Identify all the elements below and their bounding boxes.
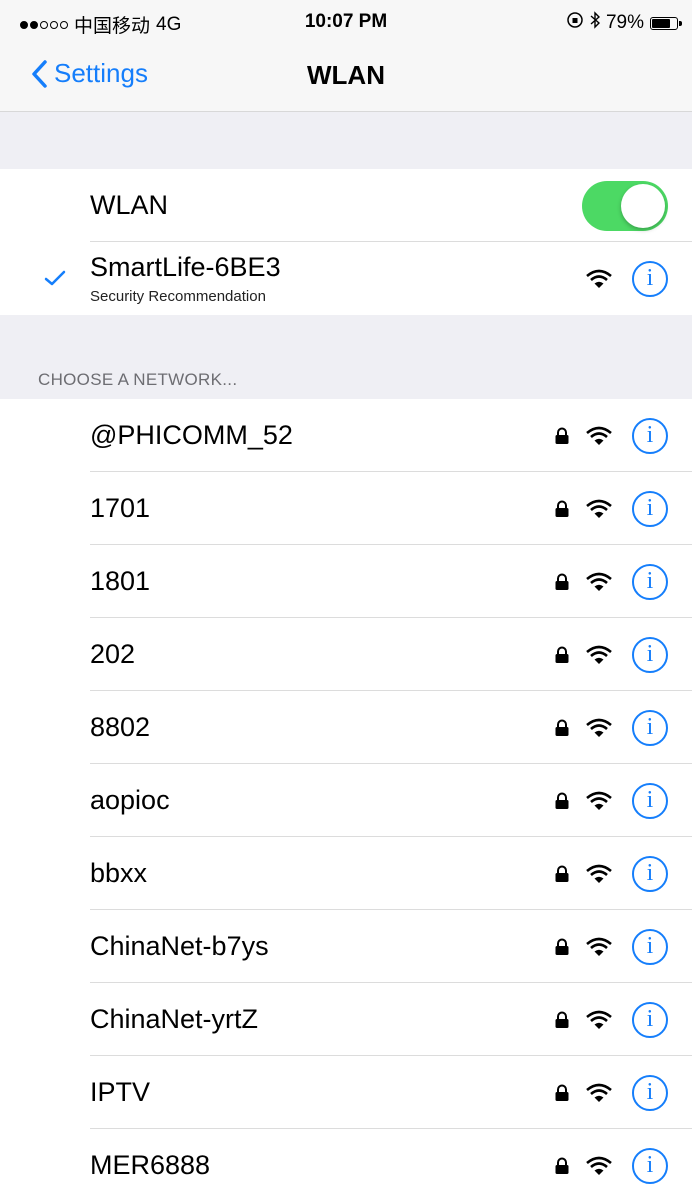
network-name: MER6888: [90, 1150, 211, 1180]
lock-icon: [555, 938, 569, 955]
network-name: 202: [90, 639, 136, 669]
network-icons: i: [554, 1074, 668, 1111]
network-name: ChinaNet-yrtZ: [90, 1004, 259, 1034]
rotation-lock-icon: [566, 11, 584, 35]
battery-percent: 79%: [605, 12, 644, 33]
network-row[interactable]: 1701 i: [0, 472, 692, 545]
network-icons: i: [554, 782, 668, 819]
status-right: 79%: [566, 11, 682, 35]
network-name: 8802: [90, 712, 151, 742]
network-icons: i: [554, 490, 668, 527]
wlan-label: WLAN: [90, 190, 169, 220]
info-icon[interactable]: i: [632, 1074, 668, 1111]
network-name: @PHICOMM_52: [90, 420, 293, 450]
lock-icon: [555, 427, 569, 444]
battery-icon: [650, 16, 682, 30]
info-icon[interactable]: i: [632, 782, 668, 819]
connected-network-name: SmartLife-6BE3: [90, 252, 281, 282]
network-icons: i: [554, 563, 668, 600]
network-name: 1701: [90, 493, 151, 523]
lock-icon: [555, 646, 569, 663]
wifi-icon: [586, 1083, 612, 1102]
bluetooth-icon: [590, 11, 600, 35]
wifi-icon: [586, 426, 612, 445]
wifi-icon: [586, 791, 612, 810]
network-icons: i: [554, 709, 668, 746]
network-list: @PHICOMM_52 i 1701 i 1801 i 202 i 8802 i aopioc i bb…: [0, 399, 692, 1202]
network-row[interactable]: ChinaNet-b7ys i: [0, 910, 692, 983]
info-icon[interactable]: i: [632, 1147, 668, 1184]
info-icon[interactable]: i: [632, 636, 668, 673]
wifi-icon: [586, 499, 612, 518]
wlan-toggle[interactable]: [582, 181, 668, 231]
checkmark-icon: [44, 270, 66, 286]
connected-network-subtitle: Security Recommendation: [90, 288, 266, 305]
wifi-icon: [586, 645, 612, 664]
info-icon[interactable]: i: [632, 260, 668, 297]
network-row[interactable]: aopioc i: [0, 764, 692, 837]
network-name: aopioc: [90, 785, 170, 815]
network-name: ChinaNet-b7ys: [90, 931, 269, 961]
network-icons: i: [554, 636, 668, 673]
info-icon[interactable]: i: [632, 855, 668, 892]
wifi-icon: [586, 572, 612, 591]
wifi-icon: [586, 1156, 612, 1175]
network-name: 1801: [90, 566, 151, 596]
network-row[interactable]: 8802 i: [0, 691, 692, 764]
section-header: CHOOSE A NETWORK...: [38, 370, 238, 389]
network-icons: i: [554, 1147, 668, 1184]
connected-network-icons: i: [586, 260, 668, 297]
navigation-bar: Settings WLAN: [0, 40, 692, 112]
status-bar: 中国移动 4G 10:07 PM 79%: [0, 0, 692, 40]
lock-icon: [555, 865, 569, 882]
network-row[interactable]: MER6888 i: [0, 1129, 692, 1202]
lock-icon: [555, 792, 569, 809]
lock-icon: [555, 719, 569, 736]
lock-icon: [555, 1084, 569, 1101]
network-row[interactable]: ChinaNet-yrtZ i: [0, 983, 692, 1056]
wifi-icon: [586, 269, 612, 288]
network-icons: i: [554, 928, 668, 965]
wifi-icon: [586, 718, 612, 737]
wlan-group: WLAN SmartLife-6BE3 Security Recommendat…: [0, 169, 692, 315]
connected-network-row[interactable]: SmartLife-6BE3 Security Recommendation i: [0, 242, 692, 315]
network-row[interactable]: 202 i: [0, 618, 692, 691]
page-title: WLAN: [307, 60, 385, 90]
info-icon[interactable]: i: [632, 417, 668, 454]
lock-icon: [555, 573, 569, 590]
info-icon[interactable]: i: [632, 1001, 668, 1038]
network-row[interactable]: @PHICOMM_52 i: [0, 399, 692, 472]
network-row[interactable]: bbxx i: [0, 837, 692, 910]
lock-icon: [555, 1157, 569, 1174]
wlan-toggle-row: WLAN: [0, 169, 692, 242]
network-icons: i: [554, 417, 668, 454]
info-icon[interactable]: i: [632, 563, 668, 600]
info-icon[interactable]: i: [632, 490, 668, 527]
wifi-icon: [586, 1010, 612, 1029]
info-icon[interactable]: i: [632, 928, 668, 965]
lock-icon: [555, 1011, 569, 1028]
wifi-icon: [586, 937, 612, 956]
network-row[interactable]: IPTV i: [0, 1056, 692, 1129]
network-icons: i: [554, 1001, 668, 1038]
wifi-icon: [586, 864, 612, 883]
info-icon[interactable]: i: [632, 709, 668, 746]
network-icons: i: [554, 855, 668, 892]
network-row[interactable]: 1801 i: [0, 545, 692, 618]
network-name: bbxx: [90, 858, 148, 888]
network-name: IPTV: [90, 1077, 151, 1107]
lock-icon: [555, 500, 569, 517]
